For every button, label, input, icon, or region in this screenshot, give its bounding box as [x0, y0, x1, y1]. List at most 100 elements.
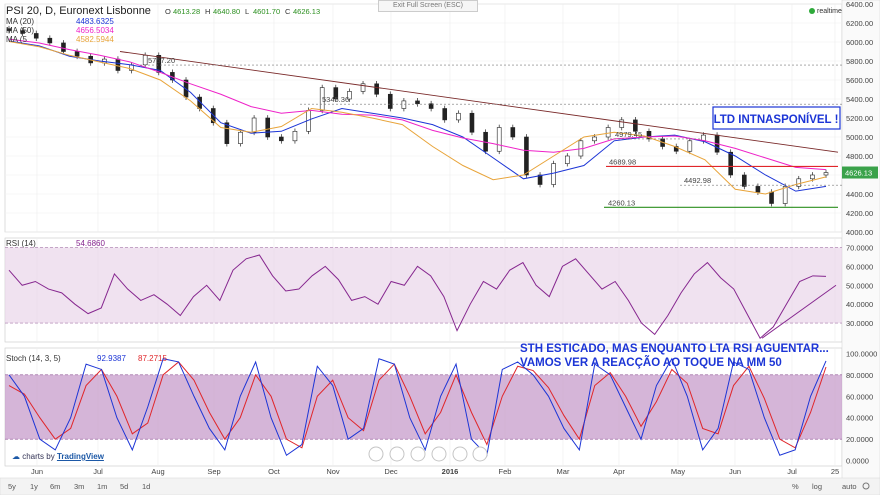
legend-label-1: MA (50)	[6, 26, 34, 35]
y-tick-label: 6400.00	[846, 0, 873, 9]
y-tick-label: 5800.00	[846, 57, 873, 66]
ltd-label: LTD INTNASPONÍVEL !	[714, 113, 839, 126]
y-tick-label: 5400.00	[846, 95, 873, 104]
candle-body	[605, 127, 611, 138]
stoch-k-value: 92.9387	[97, 354, 126, 363]
nav-circle-button-3[interactable]	[431, 446, 447, 462]
x-tick-label: Sep	[207, 467, 220, 476]
y-tick-label: 6000.00	[846, 38, 873, 47]
x-tick-label: Jun	[729, 467, 741, 476]
range-button-1m[interactable]: 1m	[97, 482, 107, 491]
legend-label-0: MA (20)	[6, 17, 34, 26]
candle-body	[238, 131, 243, 144]
y-tick-label: 30.0000	[846, 319, 873, 328]
candle-body	[387, 93, 393, 109]
candle-body	[564, 155, 570, 164]
exit-full-screen-button[interactable]: Exit Full Screen (ESC)	[378, 0, 478, 12]
x-tick-label: Aug	[151, 467, 164, 476]
candle-body	[496, 127, 502, 152]
y-tick-label: 40.0000	[846, 414, 873, 423]
candle-body	[469, 112, 475, 133]
range-button-1y[interactable]: 1y	[30, 482, 38, 491]
ohlc-label-O: O	[165, 7, 171, 16]
legend-value-2: 4582.5944	[76, 35, 114, 44]
legend-value-0: 4483.6325	[76, 17, 114, 26]
candle-body	[551, 163, 556, 185]
candle-body	[115, 58, 121, 71]
y-tick-label: 100.0000	[846, 349, 877, 358]
last-price-label: 4626.13	[845, 169, 872, 178]
scale-button-%[interactable]: %	[792, 482, 799, 491]
candle-body	[33, 33, 39, 39]
y-tick-label: 0.0000	[846, 457, 869, 466]
legend-label-2: MA (5	[6, 35, 27, 44]
ohlc-label-H: H	[205, 7, 210, 16]
ohlc-value-C: 4626.13	[293, 7, 320, 16]
range-button-6m[interactable]: 6m	[50, 482, 60, 491]
nav-circle-button-1[interactable]	[389, 446, 405, 462]
x-tick-label: Feb	[499, 467, 512, 476]
x-tick-label: Jun	[31, 467, 43, 476]
rsi-title: RSI (14)	[6, 239, 36, 248]
rsi-value: 54.6860	[76, 239, 105, 248]
candle-body	[251, 117, 257, 133]
y-tick-label: 5600.00	[846, 76, 873, 85]
nav-circle-button-5[interactable]	[472, 446, 488, 462]
candle-body	[769, 191, 774, 204]
stoch-d-value: 87.2715	[138, 354, 167, 363]
candle-body	[728, 151, 733, 176]
nav-circle-button-2[interactable]	[410, 446, 426, 462]
annotation-label: 5757.20	[148, 56, 175, 65]
y-tick-label: 80.0000	[846, 371, 873, 380]
candle-body	[592, 136, 597, 142]
y-tick-label: 50.0000	[846, 281, 873, 290]
x-tick-label: 25	[831, 467, 839, 476]
y-tick-label: 70.0000	[846, 243, 873, 252]
y-tick-label: 4200.00	[846, 209, 873, 218]
note-line-2: VAMOS VER A REACÇÃO AO TOQUE NA MM 50	[520, 356, 782, 369]
stoch-title: Stoch (14, 3, 5)	[6, 354, 61, 363]
y-tick-label: 60.0000	[846, 392, 873, 401]
candle-body	[755, 186, 761, 193]
branding-link[interactable]: TradingView	[57, 452, 104, 461]
range-button-5d[interactable]: 5d	[120, 482, 128, 491]
legend-value-1: 4656.5034	[76, 26, 114, 35]
scale-button-auto[interactable]: auto	[842, 482, 857, 491]
x-tick-label: Dec	[384, 467, 398, 476]
candle-body	[782, 186, 788, 204]
x-tick-label: May	[671, 467, 685, 476]
x-tick-label: Jul	[787, 467, 797, 476]
scale-button-log[interactable]: log	[812, 482, 822, 491]
x-tick-label: Mar	[557, 467, 570, 476]
candle-body	[292, 131, 298, 142]
nav-circle-button-0[interactable]	[368, 446, 384, 462]
bottom-toolbar	[0, 477, 880, 496]
price-scale-bg	[841, 0, 880, 481]
ohlc-value-O: 4613.28	[173, 7, 200, 16]
note-line-1: STH ESTICADO, MAS ENQUANTO LTA RSI AGUEN…	[520, 343, 829, 355]
range-button-1d[interactable]: 1d	[142, 482, 150, 491]
x-tick-label: Apr	[613, 467, 625, 476]
ohlc-label-L: L	[245, 7, 249, 16]
tradingview-branding[interactable]: ☁ charts by TradingView	[12, 452, 104, 461]
y-tick-label: 5000.00	[846, 133, 873, 142]
candle-body	[224, 122, 230, 144]
range-button-3m[interactable]: 3m	[74, 482, 84, 491]
annotation-label: 4492.98	[684, 176, 711, 185]
ohlc-value-H: 4640.80	[213, 7, 240, 16]
nav-circle-button-4[interactable]	[452, 446, 468, 462]
candle-body	[619, 119, 625, 128]
chart-title: PSI 20, D, Euronext Lisbonne	[6, 5, 151, 17]
y-tick-label: 4400.00	[846, 190, 873, 199]
candle-body	[142, 54, 148, 66]
annotation-label: 4979.45	[615, 130, 642, 139]
branding-prefix: charts by	[22, 452, 55, 461]
ohlc-value-L: 4601.70	[253, 7, 280, 16]
candle-body	[442, 108, 448, 121]
cloud-icon: ☁	[12, 452, 20, 461]
candle-body	[823, 172, 829, 176]
x-tick-label: Oct	[268, 467, 281, 476]
annotation-label: 4260.13	[608, 198, 635, 207]
range-button-5y[interactable]: 5y	[8, 482, 16, 491]
candle-body	[74, 51, 80, 57]
